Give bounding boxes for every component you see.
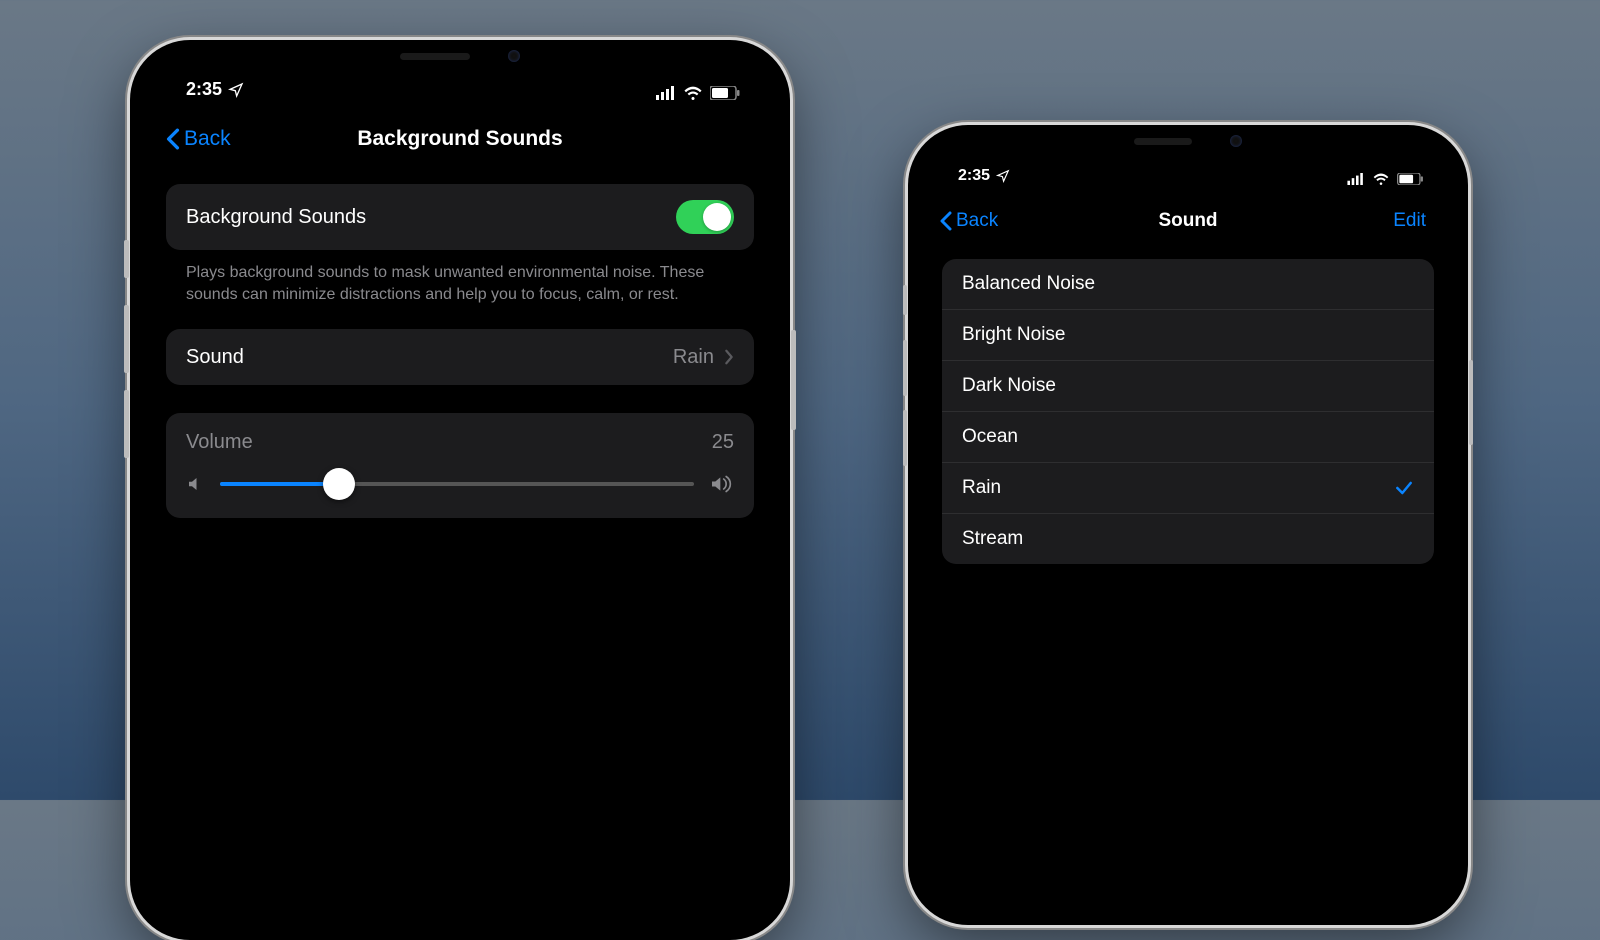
sound-option-label: Ocean xyxy=(962,426,1018,448)
sound-option[interactable]: Stream xyxy=(942,513,1434,564)
earpiece xyxy=(400,53,470,60)
edit-button[interactable]: Edit xyxy=(1393,210,1426,232)
volume-up-button xyxy=(903,340,907,396)
cellular-icon xyxy=(656,86,676,100)
sound-option[interactable]: Balanced Noise xyxy=(942,259,1434,309)
volume-slider[interactable] xyxy=(220,482,694,486)
earpiece xyxy=(1134,138,1192,145)
sound-option[interactable]: Dark Noise xyxy=(942,360,1434,411)
back-label: Back xyxy=(184,127,231,151)
front-camera xyxy=(1230,135,1242,147)
notch xyxy=(1048,125,1328,157)
back-label: Back xyxy=(956,210,998,232)
screen-right: 2:35 Back Sound Edit Balanced Noise Brigh… xyxy=(926,143,1450,907)
description-text: Plays background sounds to mask unwanted… xyxy=(166,250,754,329)
sound-option[interactable]: Bright Noise xyxy=(942,309,1434,360)
checkmark-icon xyxy=(1394,478,1414,498)
power-button xyxy=(1469,360,1473,445)
background-sounds-toggle-row[interactable]: Background Sounds xyxy=(166,184,754,250)
screen-left: 2:35 Back Background Sounds Background S… xyxy=(148,58,772,922)
toggle-switch[interactable] xyxy=(676,200,734,234)
status-time: 2:35 xyxy=(958,167,990,185)
wifi-icon xyxy=(1372,173,1390,185)
sound-option-label: Stream xyxy=(962,528,1023,550)
sound-option-label: Dark Noise xyxy=(962,375,1056,397)
front-camera xyxy=(508,50,520,62)
phone-mockup-left: 2:35 Back Background Sounds Background S… xyxy=(130,40,790,940)
location-icon xyxy=(996,169,1010,183)
nav-bar: Back Background Sounds xyxy=(148,112,772,166)
battery-icon xyxy=(710,86,740,100)
toggle-label: Background Sounds xyxy=(186,206,366,229)
chevron-left-icon xyxy=(940,211,952,231)
sound-list: Balanced Noise Bright Noise Dark Noise Ocea… xyxy=(942,259,1434,564)
volume-label: Volume xyxy=(186,431,253,454)
sound-option[interactable]: Rain xyxy=(942,462,1434,513)
battery-icon xyxy=(1397,173,1424,185)
notch xyxy=(295,40,625,72)
sound-row[interactable]: Sound Rain xyxy=(166,329,754,385)
sound-option-label: Bright Noise xyxy=(962,324,1066,346)
nav-bar: Back Sound Edit xyxy=(926,197,1450,245)
slider-thumb[interactable] xyxy=(323,468,355,500)
sound-option-label: Rain xyxy=(962,477,1001,499)
sound-value: Rain xyxy=(673,346,714,369)
sound-group: Sound Rain xyxy=(166,329,754,385)
wifi-icon xyxy=(683,86,703,100)
back-button[interactable]: Back xyxy=(166,127,231,151)
volume-down-button xyxy=(124,390,129,458)
volume-group: Volume 25 xyxy=(166,413,754,518)
mute-switch xyxy=(124,240,129,278)
volume-value: 25 xyxy=(712,431,734,454)
sound-label: Sound xyxy=(186,346,244,369)
volume-high-icon xyxy=(710,474,734,494)
sound-option-label: Balanced Noise xyxy=(962,273,1095,295)
back-button[interactable]: Back xyxy=(940,210,998,232)
location-icon xyxy=(228,82,244,98)
volume-down-button xyxy=(903,410,907,466)
power-button xyxy=(791,330,796,430)
cellular-icon xyxy=(1347,173,1365,185)
mute-switch xyxy=(903,285,907,315)
status-time: 2:35 xyxy=(186,79,222,100)
page-title: Sound xyxy=(1158,210,1217,232)
phone-mockup-right: 2:35 Back Sound Edit Balanced Noise Brigh… xyxy=(908,125,1468,925)
page-title: Background Sounds xyxy=(357,127,562,151)
volume-low-icon xyxy=(186,475,204,493)
toggle-group: Background Sounds xyxy=(166,184,754,250)
chevron-left-icon xyxy=(166,128,180,150)
volume-up-button xyxy=(124,305,129,373)
sound-option[interactable]: Ocean xyxy=(942,411,1434,462)
chevron-right-icon xyxy=(724,349,734,365)
